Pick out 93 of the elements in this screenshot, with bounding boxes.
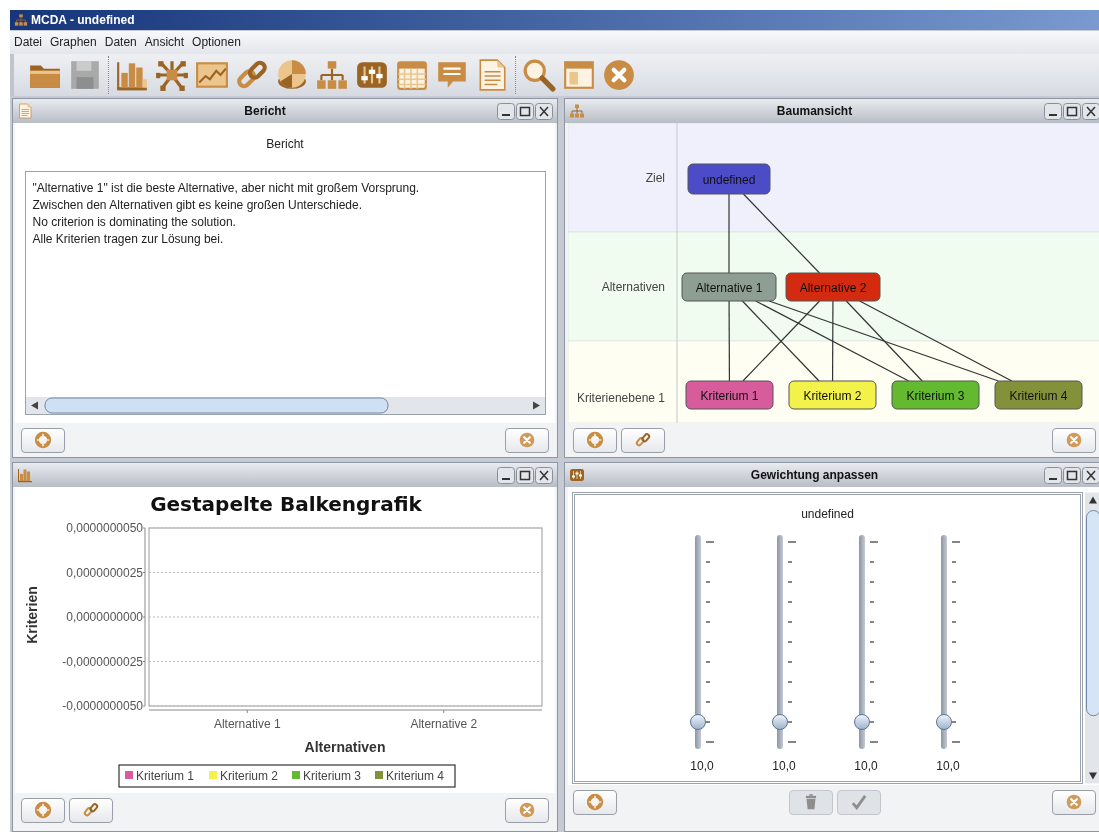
horizontal-scrollbar[interactable] <box>25 397 545 414</box>
minimize-button[interactable] <box>1044 102 1062 120</box>
slider-thumb[interactable] <box>854 714 870 730</box>
close-button[interactable] <box>535 102 553 120</box>
slider-value: 10,0 <box>854 758 878 775</box>
slider[interactable] <box>772 535 788 749</box>
close-button[interactable] <box>535 466 553 484</box>
vertical-scrollbar[interactable] <box>1085 492 1099 784</box>
x-tick-label: Alternative 2 <box>410 717 478 731</box>
menu-item[interactable]: Graphen <box>50 33 97 52</box>
close-icon <box>1065 431 1083 449</box>
help-button[interactable] <box>573 789 617 815</box>
report-heading: Bericht <box>266 136 304 153</box>
maximize-button[interactable] <box>1063 466 1081 484</box>
y-tick-label: 0,0000000025 <box>66 565 143 580</box>
close-icon <box>1065 793 1083 811</box>
minimize-button[interactable] <box>497 102 515 120</box>
slider[interactable] <box>690 535 706 749</box>
legend-label: Kriterium 1 <box>136 769 194 783</box>
level-label: Alternativen <box>601 279 665 294</box>
window-title: MCDA - undefined <box>31 11 135 29</box>
hierarchy-icon <box>14 12 28 27</box>
report-line: Zwischen den Alternativen gibt es keine großen Unterschiede. <box>32 197 364 214</box>
report-line: "Alternative 1" ist die beste Alternative, aber nicht mit großem Vorsprung. <box>32 180 421 197</box>
lifebuoy-icon <box>34 431 52 449</box>
close-icon[interactable] <box>602 57 636 92</box>
document-icon <box>17 103 33 119</box>
close-panel-button[interactable] <box>1052 789 1096 815</box>
slider-value: 10,0 <box>936 758 960 775</box>
slider-thumb[interactable] <box>690 714 706 730</box>
help-button[interactable] <box>21 427 65 453</box>
level-label: Ziel <box>645 170 665 185</box>
tree-node[interactable]: Kriterium 2 <box>788 380 877 410</box>
slider[interactable] <box>854 535 870 749</box>
menu-item[interactable]: Datei <box>14 33 42 52</box>
link-button[interactable] <box>69 797 113 823</box>
lifebuoy-icon <box>586 431 604 449</box>
slider-value: 10,0 <box>690 758 714 775</box>
close-button[interactable] <box>1082 102 1099 120</box>
tree-node[interactable]: Alternative 2 <box>785 272 881 302</box>
bar-chart-icon <box>17 467 33 483</box>
close-panel-button[interactable] <box>1052 427 1096 453</box>
tree-node[interactable]: Kriterium 4 <box>994 380 1083 410</box>
panel-title: Baumansicht <box>776 103 853 120</box>
slider-thumb[interactable] <box>772 714 788 730</box>
x-axis-title: Alternativen <box>304 739 386 755</box>
tree-node[interactable]: Alternative 1 <box>681 272 777 302</box>
minimize-button[interactable] <box>497 466 515 484</box>
legend-label: Kriterium 3 <box>303 769 361 783</box>
search-icon[interactable] <box>522 57 556 92</box>
menu-item[interactable]: Optionen <box>192 33 241 52</box>
y-axis-title: Kriterien <box>24 586 40 644</box>
chain-link-icon <box>82 801 100 819</box>
slider-value: 10,0 <box>772 758 796 775</box>
tree-node[interactable]: Kriterium 1 <box>685 380 774 410</box>
y-tick-label: -0,0000000025 <box>62 654 143 669</box>
close-panel-button[interactable] <box>505 797 549 823</box>
minimize-button[interactable] <box>1044 466 1062 484</box>
chain-link-icon <box>634 431 652 449</box>
report-line: Alle Kriterien tragen zur Lösung bei. <box>32 231 225 248</box>
maximize-button[interactable] <box>516 102 534 120</box>
slider-thumb[interactable] <box>936 714 952 730</box>
close-panel-button[interactable] <box>505 427 549 453</box>
hierarchy-icon <box>569 103 585 119</box>
link-button[interactable] <box>621 427 665 453</box>
maximize-button[interactable] <box>516 466 534 484</box>
lifebuoy-icon <box>34 801 52 819</box>
tree-node[interactable]: Kriterium 3 <box>891 380 980 410</box>
help-button[interactable] <box>573 427 617 453</box>
legend-label: Kriterium 2 <box>220 769 278 783</box>
y-tick-label: 0,0000000000 <box>66 610 143 624</box>
sliders-icon <box>569 467 585 483</box>
lifebuoy-icon <box>586 793 604 811</box>
legend-label: Kriterium 4 <box>386 769 444 783</box>
panel-title: Gewichtung anpassen <box>750 467 879 484</box>
panel-title: Bericht <box>244 103 286 120</box>
maximize-button[interactable] <box>1063 102 1081 120</box>
y-tick-label: -0,0000000050 <box>62 699 143 713</box>
menu-item[interactable]: Daten <box>104 33 137 52</box>
chart-title: Gestapelte Balkengrafik <box>150 492 422 516</box>
report-line: No criterion is dominating the solution. <box>32 214 237 231</box>
close-icon <box>518 431 536 449</box>
slider[interactable] <box>936 535 952 749</box>
x-tick-label: Alternative 1 <box>213 717 281 731</box>
level-label: Kriterienebene 1 <box>576 391 665 405</box>
y-tick-label: 0,0000000050 <box>66 521 143 535</box>
close-button[interactable] <box>1082 466 1099 484</box>
slider-group-heading: undefined <box>801 506 854 523</box>
close-icon <box>518 801 536 819</box>
menu-item[interactable]: Ansicht <box>144 33 185 52</box>
help-button[interactable] <box>21 797 65 823</box>
checkmark-icon <box>849 793 868 811</box>
pie-chart-icon[interactable] <box>275 57 309 92</box>
